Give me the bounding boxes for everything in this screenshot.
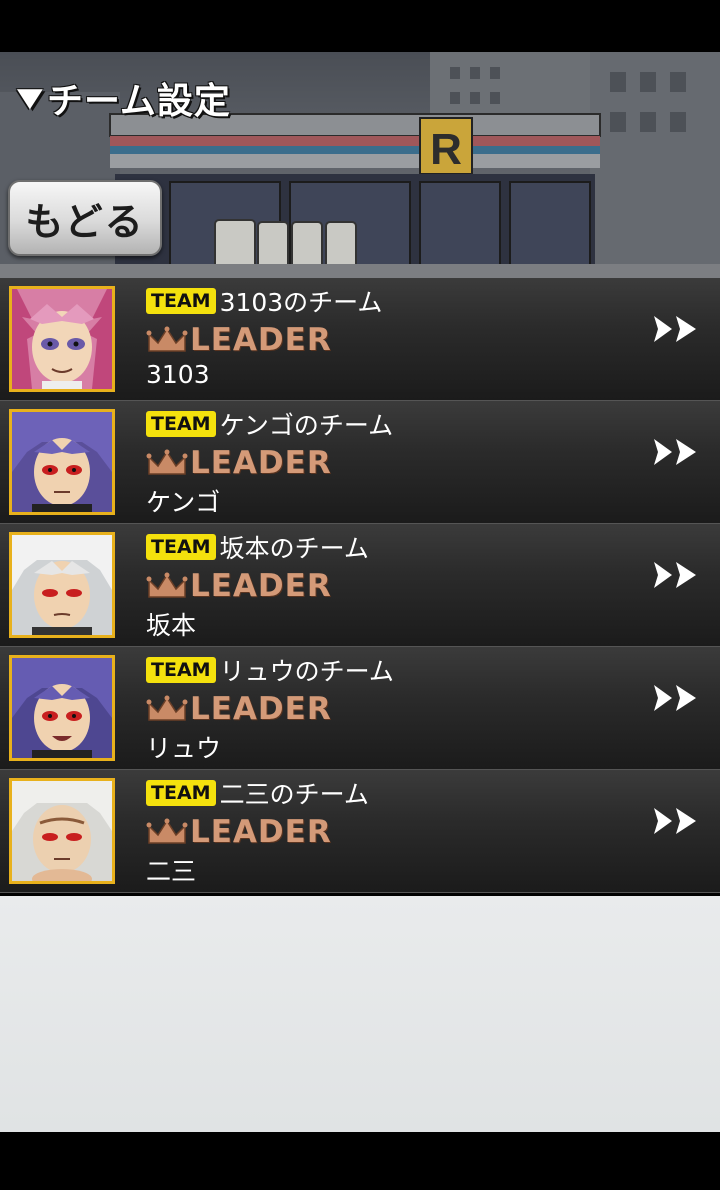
crown-icon: [146, 695, 188, 721]
leader-label: LEADER: [190, 568, 332, 604]
leader-name: 坂本: [146, 611, 197, 640]
chevron-down-icon: ▼: [16, 83, 45, 113]
team-name: 二三のチーム: [219, 780, 369, 809]
team-list: TEAM 3103のチーム LEADER 3103 TEAM ケンゴのチーム L…: [0, 278, 720, 893]
team-row[interactable]: TEAM ケンゴのチーム LEADER ケンゴ: [0, 401, 720, 524]
crown-icon: [146, 449, 188, 475]
leader-avatar: [9, 409, 115, 515]
double-chevron-right-icon[interactable]: [652, 560, 700, 590]
leader-name: 3103: [146, 360, 210, 389]
team-name: 坂本のチーム: [219, 534, 369, 563]
team-badge: TEAM: [146, 411, 216, 437]
crown-icon: [146, 326, 188, 352]
crown-icon: [146, 572, 188, 598]
leader-label: LEADER: [190, 814, 332, 850]
team-badge: TEAM: [146, 534, 216, 560]
back-button[interactable]: もどる: [8, 180, 162, 256]
leader-avatar: [9, 655, 115, 761]
team-badge: TEAM: [146, 288, 216, 314]
team-badge: TEAM: [146, 657, 216, 683]
leader-name: ケンゴ: [146, 488, 221, 517]
empty-area: [0, 896, 720, 1132]
leader-avatar: [9, 286, 115, 392]
navigation-bar: [0, 1132, 720, 1190]
double-chevron-right-icon[interactable]: [652, 437, 700, 467]
leader-name: リュウ: [146, 734, 222, 763]
double-chevron-right-icon[interactable]: [652, 683, 700, 713]
team-row[interactable]: TEAM 二三のチーム LEADER 二三: [0, 770, 720, 893]
team-row[interactable]: TEAM 坂本のチーム LEADER 坂本: [0, 524, 720, 647]
leader-label: LEADER: [190, 691, 332, 727]
screen-title-text: チーム設定: [47, 81, 231, 122]
double-chevron-right-icon[interactable]: [652, 806, 700, 836]
crown-icon: [146, 818, 188, 844]
leader-avatar: [9, 778, 115, 884]
team-row[interactable]: TEAM 3103のチーム LEADER 3103: [0, 278, 720, 401]
team-row[interactable]: TEAM リュウのチーム LEADER リュウ: [0, 647, 720, 770]
leader-label: LEADER: [190, 445, 332, 481]
leader-label: LEADER: [190, 322, 332, 358]
team-badge: TEAM: [146, 780, 216, 806]
leader-avatar: [9, 532, 115, 638]
leader-name: 二三: [146, 857, 197, 886]
screen-title: ▼ チーム設定: [16, 72, 231, 124]
team-name: リュウのチーム: [219, 657, 394, 686]
team-name: 3103のチーム: [219, 288, 383, 317]
team-name: ケンゴのチーム: [219, 411, 394, 440]
double-chevron-right-icon[interactable]: [652, 314, 700, 344]
svg-text:R: R: [430, 125, 462, 174]
status-bar: [0, 0, 720, 52]
